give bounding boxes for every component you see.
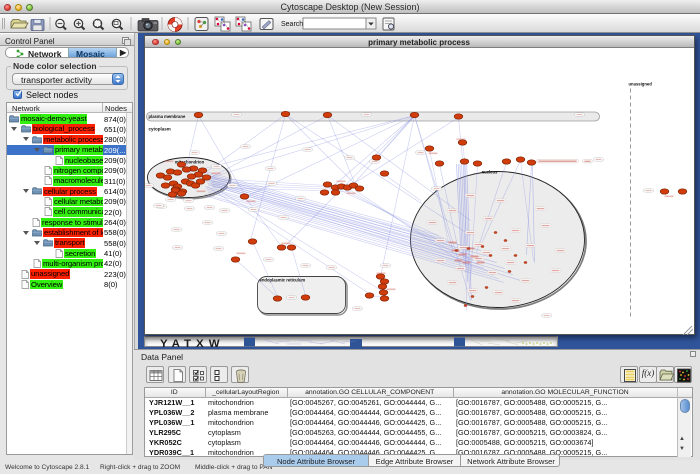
svg-text:endoplasmic reticulum: endoplasmic reticulum bbox=[259, 277, 305, 282]
svg-text:nucleus: nucleus bbox=[481, 169, 497, 174]
svg-text:YATXW: YATXW bbox=[160, 338, 225, 347]
svg-text:unassigned: unassigned bbox=[628, 81, 652, 86]
svg-text:cytoplasm: cytoplasm bbox=[148, 126, 170, 131]
svg-text:plasma membrane: plasma membrane bbox=[148, 114, 185, 119]
svg-text:Search:: Search: bbox=[281, 21, 305, 28]
